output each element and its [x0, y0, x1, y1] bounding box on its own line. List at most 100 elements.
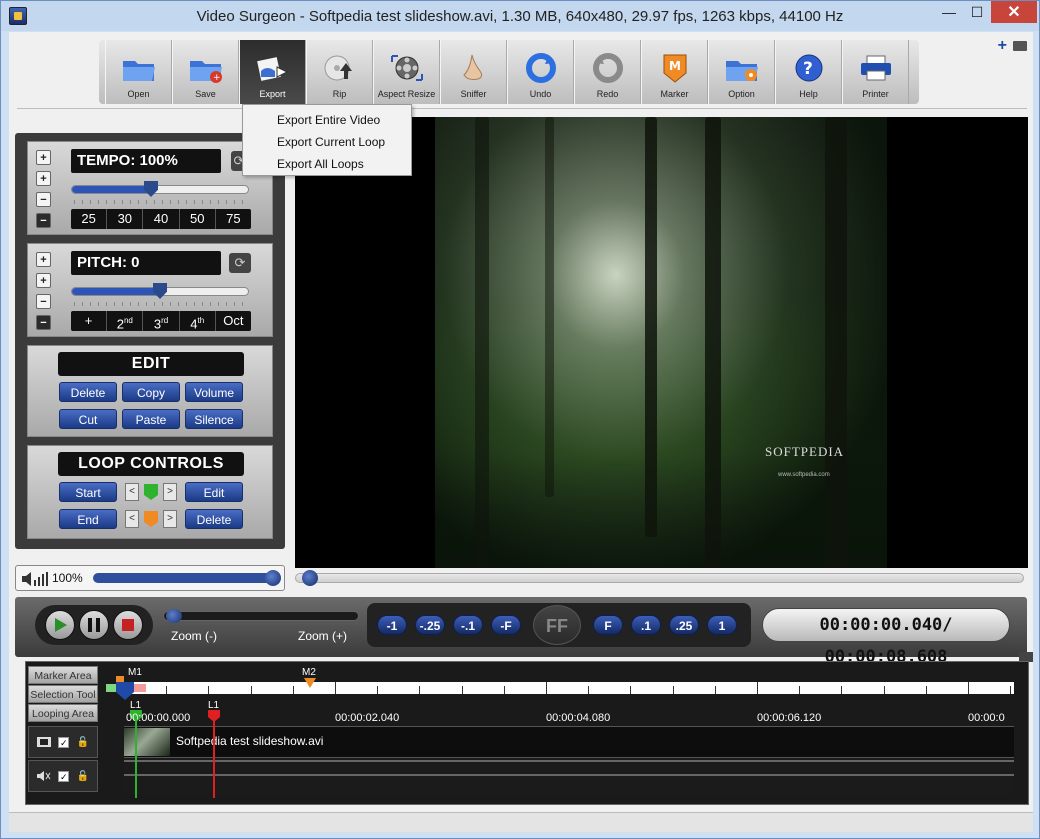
lock-icon[interactable]: 🔓 — [77, 771, 89, 782]
add-icon[interactable]: + — [998, 37, 1007, 55]
tempo-readout: TEMPO: 100% — [71, 149, 221, 173]
help-button[interactable]: ? Help — [775, 40, 842, 104]
loop-edit-button[interactable]: Edit — [185, 482, 243, 502]
undo-button[interactable]: Undo — [507, 40, 574, 104]
speed-minus-025-button[interactable]: -.25 — [415, 615, 445, 635]
ruler-tick — [503, 686, 505, 694]
loop-delete-button[interactable]: Delete — [185, 509, 243, 529]
marker-next-arrow[interactable]: > — [163, 510, 177, 528]
tempo-preset-50[interactable]: 50 — [180, 209, 216, 229]
pitch-slider[interactable] — [71, 283, 249, 299]
tempo-slider[interactable] — [71, 181, 249, 197]
audio-track[interactable] — [124, 758, 1014, 794]
loop-end-button[interactable]: End — [59, 509, 117, 529]
video-track[interactable]: Softpedia test slideshow.avi — [124, 726, 1014, 758]
tempo-minus-small[interactable]: − — [36, 192, 51, 207]
silence-button[interactable]: Silence — [185, 409, 243, 429]
tempo-plus-small[interactable]: + — [36, 171, 51, 186]
redo-button[interactable]: Redo — [574, 40, 641, 104]
pitch-minus-large[interactable]: − — [36, 315, 51, 330]
pitch-preset-oct[interactable]: Oct — [216, 311, 251, 331]
speaker-icon[interactable] — [22, 572, 48, 586]
pitch-minus-small[interactable]: − — [36, 294, 51, 309]
fast-forward-button[interactable]: FF — [533, 605, 581, 645]
loop-start-button[interactable]: Start — [59, 482, 117, 502]
speed-1-button[interactable]: 1 — [707, 615, 737, 635]
volume-slider-thumb[interactable] — [265, 570, 281, 586]
stop-button[interactable] — [113, 610, 143, 640]
pitch-plus-small[interactable]: + — [36, 273, 51, 288]
pitch-reset-icon[interactable]: ⟳ — [229, 253, 251, 273]
marker-button[interactable]: M Marker — [641, 40, 708, 104]
tempo-preset-30[interactable]: 30 — [107, 209, 144, 229]
zoom-slider-thumb[interactable] — [166, 609, 182, 623]
pause-button[interactable] — [79, 610, 109, 640]
export-button[interactable]: Export — [239, 40, 306, 104]
control-panel: + + − − TEMPO: 100% ⟳ 25 30 40 50 75 + +… — [15, 133, 285, 549]
marker-prev-arrow[interactable]: < — [125, 510, 139, 528]
save-button[interactable]: + Save — [172, 40, 239, 104]
toolbar-separator — [17, 108, 1027, 109]
timeline-canvas[interactable]: M1 M2 L1 L1 00:00:00.000 00:00:02.040 00… — [106, 662, 1014, 804]
help-label: Help — [799, 89, 818, 99]
maximize-button[interactable]: ☐ — [963, 1, 991, 23]
tempo-presets: 25 30 40 50 75 — [71, 209, 251, 229]
export-all-loops-item[interactable]: Export All Loops — [243, 153, 411, 175]
aspect-resize-button[interactable]: Aspect Resize — [373, 40, 440, 104]
cut-button[interactable]: Cut — [59, 409, 117, 429]
tray-icon[interactable] — [1013, 41, 1027, 51]
tempo-slider-thumb[interactable] — [144, 181, 158, 197]
marker-m2-icon[interactable] — [304, 678, 316, 688]
minimize-button[interactable]: — — [935, 1, 963, 23]
rip-button[interactable]: Rip — [306, 40, 373, 104]
pitch-preset-2nd[interactable]: 2nd — [107, 311, 144, 331]
seek-bar[interactable] — [295, 570, 1024, 586]
marker-nav: < > — [125, 509, 177, 529]
ruler-tick — [925, 686, 927, 694]
delete-button[interactable]: Delete — [59, 382, 117, 402]
looping-area-label[interactable]: Looping Area — [28, 704, 98, 722]
speed-01-button[interactable]: .1 — [631, 615, 661, 635]
selection-tool-label[interactable]: Selection Tool — [28, 685, 98, 703]
zoom-slider[interactable] — [163, 609, 359, 623]
tempo-preset-75[interactable]: 75 — [216, 209, 251, 229]
speed-minus-frame-button[interactable]: -F — [491, 615, 521, 635]
play-button[interactable] — [45, 610, 75, 640]
paste-button[interactable]: Paste — [122, 409, 180, 429]
export-menu: Export Entire Video Export Current Loop … — [242, 104, 412, 176]
pitch-plus-large[interactable]: + — [36, 252, 51, 267]
tempo-preset-40[interactable]: 40 — [143, 209, 180, 229]
timeline-time-4: 00:00:0 — [968, 712, 1005, 724]
ruler-tick — [377, 686, 379, 694]
speed-frame-button[interactable]: F — [593, 615, 623, 635]
tempo-plus-large[interactable]: + — [36, 150, 51, 165]
volume-slider[interactable] — [93, 570, 281, 586]
timeline-ruler — [124, 682, 1014, 694]
close-button[interactable]: ✕ — [991, 1, 1037, 23]
tempo-minus-large[interactable]: − — [36, 213, 51, 228]
lock-icon[interactable]: 🔓 — [77, 737, 89, 748]
printer-button[interactable]: Printer — [842, 40, 909, 104]
export-entire-video-item[interactable]: Export Entire Video — [243, 109, 411, 131]
marker-area-label[interactable]: Marker Area — [28, 666, 98, 684]
pitch-preset-3rd[interactable]: 3rd — [143, 311, 180, 331]
speed-minus-1-button[interactable]: -1 — [377, 615, 407, 635]
loop-prev-arrow[interactable]: < — [125, 483, 139, 501]
option-button[interactable]: Option — [708, 40, 775, 104]
tempo-preset-25[interactable]: 25 — [71, 209, 108, 229]
audio-track-checkbox[interactable]: ✓ — [58, 770, 70, 782]
video-track-checkbox[interactable]: ✓ — [58, 736, 70, 748]
tree-trunk — [825, 117, 847, 568]
pitch-slider-thumb[interactable] — [153, 283, 167, 299]
open-button[interactable]: Open — [105, 40, 172, 104]
copy-button[interactable]: Copy — [122, 382, 180, 402]
pitch-preset-4th[interactable]: 4th — [180, 311, 216, 331]
speed-minus-01-button[interactable]: -.1 — [453, 615, 483, 635]
pitch-preset-plus[interactable]: + — [71, 311, 108, 331]
seek-thumb[interactable] — [302, 570, 318, 586]
loop-next-arrow[interactable]: > — [163, 483, 177, 501]
speed-025-button[interactable]: .25 — [669, 615, 699, 635]
volume-button[interactable]: Volume — [185, 382, 243, 402]
export-current-loop-item[interactable]: Export Current Loop — [243, 131, 411, 153]
sniffer-button[interactable]: Sniffer — [440, 40, 507, 104]
